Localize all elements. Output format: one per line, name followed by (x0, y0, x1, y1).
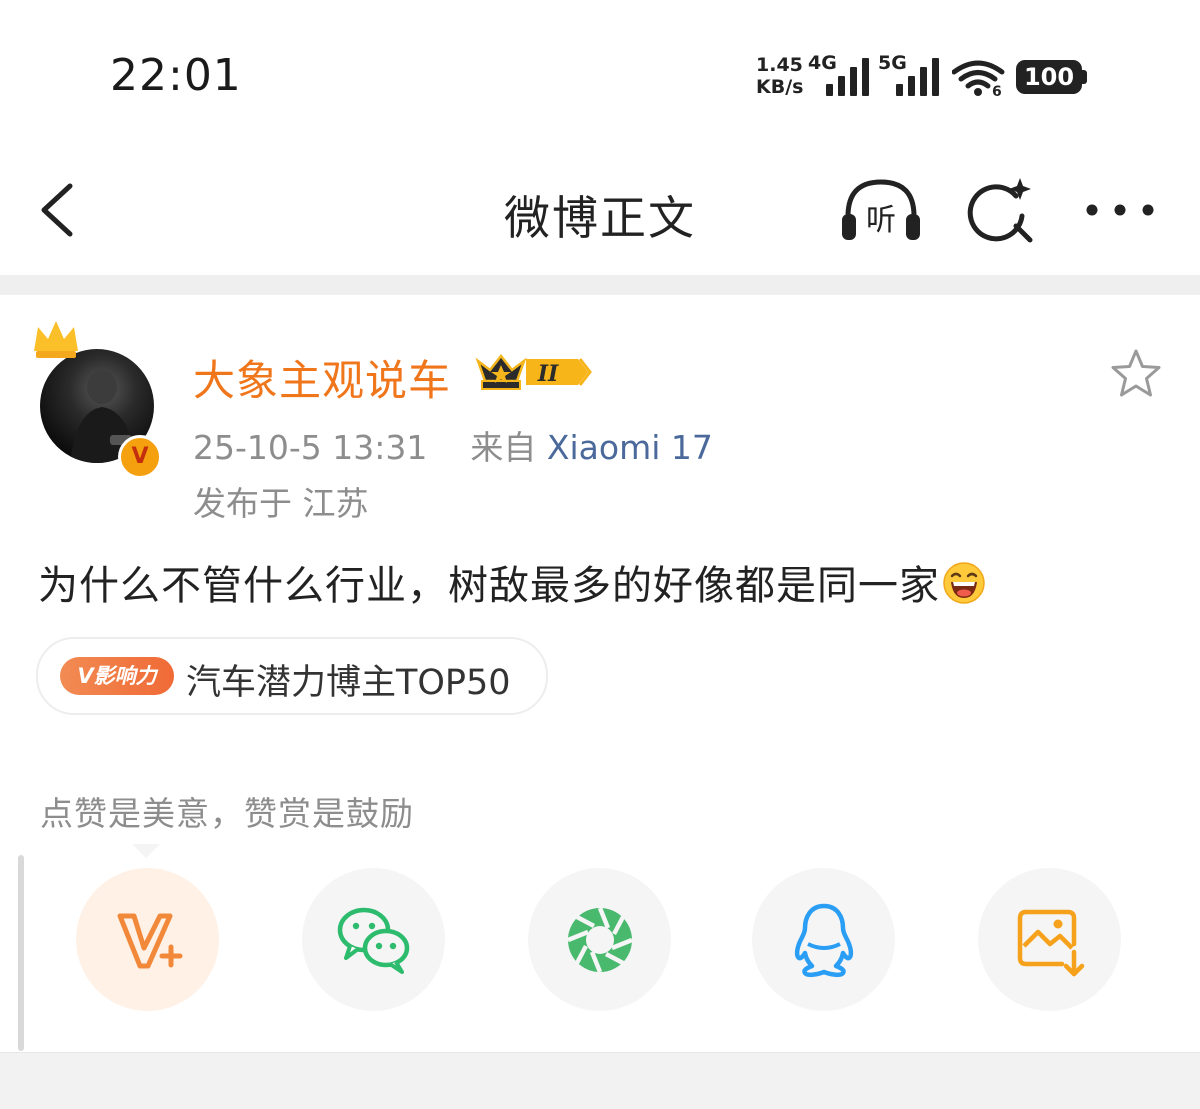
influence-tag-chip[interactable]: V影响力 汽车潜力博主TOP50 (36, 637, 548, 715)
influence-badge: V影响力 (60, 657, 174, 695)
share-qq-button[interactable] (752, 868, 895, 1011)
more-icon[interactable] (1084, 198, 1156, 222)
qq-icon (794, 903, 854, 978)
listen-icon[interactable]: 听 (838, 176, 924, 242)
signal-bars-1-icon (826, 56, 869, 96)
wechat-icon (337, 907, 410, 974)
battery-tip (1082, 70, 1087, 84)
avatar-container[interactable]: V (30, 317, 165, 479)
save-image-icon (1017, 909, 1085, 977)
tooltip-pointer (132, 844, 160, 858)
section-divider (0, 275, 1200, 295)
nav-bar: 微博正文 听 (0, 140, 1200, 275)
status-time: 22:01 (110, 50, 242, 101)
share-wechat-button[interactable] (302, 868, 445, 1011)
signal-bars-2-icon (896, 56, 939, 96)
post-location: 发布于 江苏 (193, 484, 369, 523)
network-speed: 1.45 KB/s (756, 54, 803, 98)
crown-icon (34, 321, 78, 358)
favorite-star-icon[interactable] (1108, 347, 1164, 401)
status-bar: 22:01 1.45 KB/s 4G 5G 6 100 (0, 0, 1200, 140)
verified-badge: V (118, 435, 162, 479)
influence-tag-text: 汽车潜力博主TOP50 (186, 663, 511, 703)
network-speed-unit: KB/s (756, 76, 804, 98)
share-row (0, 868, 1200, 1013)
moments-icon (567, 907, 633, 973)
post-content-text: 为什么不管什么行业，树敌最多的好像都是同一家 (38, 563, 940, 609)
username[interactable]: 大象主观说车 (193, 347, 451, 408)
share-save-image-button[interactable] (978, 868, 1121, 1011)
member-level-badge[interactable]: II (474, 351, 592, 393)
post-source-prefix: 来自 (470, 428, 537, 467)
share-moments-button[interactable] (528, 868, 671, 1011)
svg-text:听: 听 (866, 203, 896, 238)
share-vplus-button[interactable] (76, 868, 219, 1011)
search-sparkle-icon[interactable] (966, 176, 1038, 248)
reward-prompt: 点赞是美意，赞赏是鼓励 (40, 794, 414, 833)
vplus-icon (117, 913, 183, 969)
battery-indicator: 100 (1016, 60, 1082, 94)
post-source-device[interactable]: Xiaomi 17 (547, 428, 713, 467)
svg-text:II: II (537, 361, 559, 387)
svg-text:6: 6 (992, 84, 1002, 98)
post-card: V 大象主观说车 II 25-10-5 13:31 来自 Xiaomi 17 发… (0, 295, 1200, 1055)
bottom-area (0, 1052, 1200, 1109)
post-datetime: 25-10-5 13:31 (193, 428, 428, 467)
network-speed-value: 1.45 (756, 54, 803, 76)
post-meta: 25-10-5 13:31 来自 Xiaomi 17 (193, 421, 713, 469)
wifi-icon: 6 (952, 60, 1005, 98)
post-content: 为什么不管什么行业，树敌最多的好像都是同一家 (38, 553, 986, 611)
laughing-emoji-icon (943, 562, 985, 604)
